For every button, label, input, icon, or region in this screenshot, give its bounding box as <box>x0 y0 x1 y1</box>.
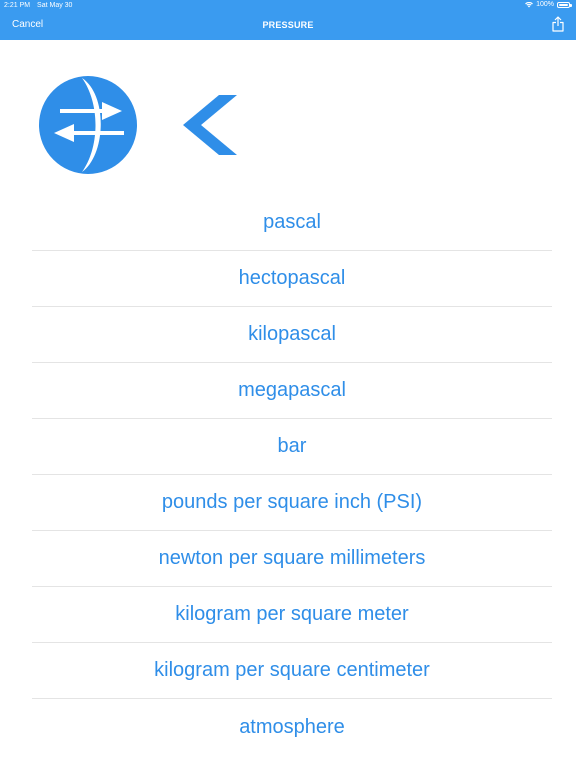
unit-item-kilopascal[interactable]: kilopascal <box>32 307 552 363</box>
unit-item-newton-per-square-millimeter[interactable]: newton per square millimeters <box>32 531 552 587</box>
unit-item-megapascal[interactable]: megapascal <box>32 363 552 419</box>
unit-item-hectopascal[interactable]: hectopascal <box>32 251 552 307</box>
unit-item-psi[interactable]: pounds per square inch (PSI) <box>32 475 552 531</box>
wifi-icon <box>525 1 533 7</box>
status-time: 2:21 PM <box>4 2 31 9</box>
battery-icon <box>557 1 572 8</box>
unit-item-atmosphere[interactable]: atmosphere <box>32 699 552 755</box>
status-bar-right: 100% <box>525 1 572 8</box>
conversion-arrows-icon <box>39 76 137 174</box>
page-title: PRESSURE <box>262 20 314 30</box>
chevron-left-icon[interactable] <box>183 95 237 155</box>
unit-item-kilogram-per-square-centimeter[interactable]: kilogram per square centimeter <box>32 643 552 699</box>
navigation-bar: 2:21 PM Sat May 30 100% Cancel PRESSURE <box>0 0 576 40</box>
unit-item-kilogram-per-square-meter[interactable]: kilogram per square meter <box>32 587 552 643</box>
share-icon[interactable] <box>552 16 564 32</box>
status-bar-left: 2:21 PM Sat May 30 <box>4 2 77 9</box>
unit-list: pascal hectopascal kilopascal megapascal… <box>32 195 552 755</box>
unit-item-pascal[interactable]: pascal <box>32 195 552 251</box>
battery-percent: 100% <box>536 1 554 8</box>
status-date: Sat May 30 <box>37 2 73 9</box>
unit-item-bar[interactable]: bar <box>32 419 552 475</box>
